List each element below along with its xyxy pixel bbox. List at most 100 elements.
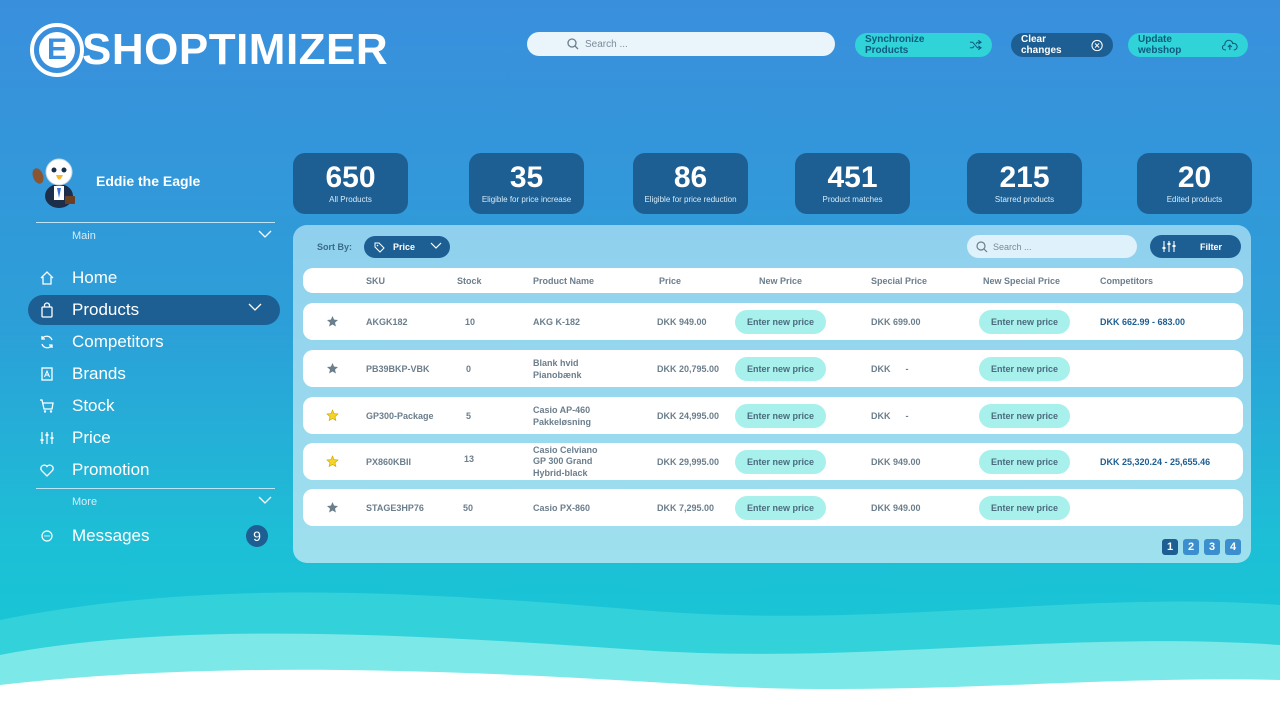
- cell-price: DKK 7,295.00: [657, 502, 715, 513]
- column-header-competitors[interactable]: Competitors: [1100, 276, 1153, 286]
- section-main-label: Main: [72, 230, 96, 242]
- star-icon[interactable]: [326, 362, 339, 375]
- star-icon[interactable]: [326, 315, 339, 328]
- sidebar-item-label: Stock: [72, 396, 115, 415]
- cell-stock: 0: [466, 363, 472, 374]
- chevron-down-icon: [258, 496, 272, 504]
- user-profile[interactable]: Eddie the Eagle: [30, 152, 200, 210]
- new-price-input[interactable]: Enter new price: [735, 449, 826, 474]
- sidebar-item-label: Home: [72, 268, 118, 287]
- sort-value: Price: [393, 242, 416, 252]
- bag-icon: [38, 301, 56, 319]
- clear-label: Clear changes: [1021, 34, 1062, 56]
- new-special-price-input[interactable]: Enter new price: [979, 403, 1070, 428]
- app-logo[interactable]: E SHOPTIMIZER: [30, 22, 388, 78]
- close-circle-icon: [1091, 39, 1103, 51]
- new-price-input[interactable]: Enter new price: [735, 356, 826, 381]
- column-header-stock[interactable]: Stock: [457, 276, 482, 286]
- logo-mark: E: [30, 23, 84, 77]
- table-row[interactable]: PB39BKP-VBK 0 Blank hvid Pianobænk DKK 2…: [303, 350, 1243, 387]
- table-search-input[interactable]: Search ...: [967, 235, 1137, 258]
- name-line: Casio PX-860: [533, 502, 591, 513]
- table-row[interactable]: GP300-Package 5 Casio AP-460 Pakkeløsnin…: [303, 397, 1243, 434]
- column-header-price[interactable]: Price: [659, 276, 681, 286]
- chat-icon: [38, 527, 56, 545]
- sidebar-item-label: Messages: [72, 526, 150, 545]
- column-header-product-name[interactable]: Product Name: [533, 276, 594, 286]
- stat-label: Starred products: [994, 195, 1055, 204]
- cell-sku: AKGK182: [366, 316, 408, 327]
- table-row[interactable]: PX860KBII 13 Casio Celviano GP 300 Grand…: [303, 443, 1243, 480]
- sidebar-item-products[interactable]: Products: [28, 295, 280, 325]
- stat-price-reduction[interactable]: 86 Eligible for price reduction: [633, 153, 748, 214]
- sidebar-item-promotion[interactable]: Promotion: [28, 455, 280, 485]
- sort-dropdown[interactable]: Price: [364, 236, 450, 258]
- sidebar-item-stock[interactable]: Stock: [28, 391, 280, 421]
- clear-changes-button[interactable]: Clear changes: [1011, 33, 1113, 57]
- stat-edited-products[interactable]: 20 Edited products: [1137, 153, 1252, 214]
- name-line: Blank hvid: [533, 357, 579, 368]
- cell-product-name: Casio AP-460 Pakkeløsning: [533, 404, 591, 428]
- new-special-price-input[interactable]: Enter new price: [979, 449, 1070, 474]
- name-line: Hybrid-black: [533, 467, 588, 478]
- cell-sku: GP300-Package: [366, 410, 434, 421]
- stat-starred-products[interactable]: 215 Starred products: [967, 153, 1082, 214]
- column-header-special-price[interactable]: Special Price: [871, 276, 927, 286]
- stat-product-matches[interactable]: 451 Product matches: [795, 153, 910, 214]
- sidebar-item-price[interactable]: Price: [28, 423, 280, 453]
- column-header-sku[interactable]: SKU: [366, 276, 385, 286]
- cell-special-price: DKK 949.00: [871, 456, 921, 467]
- new-special-price-input[interactable]: Enter new price: [979, 309, 1070, 334]
- new-price-input[interactable]: Enter new price: [735, 403, 826, 428]
- sidebar-item-label: Promotion: [72, 460, 150, 479]
- star-icon[interactable]: [326, 501, 339, 514]
- synchronize-products-button[interactable]: Synchronize Products: [855, 33, 992, 57]
- sync-label: Synchronize Products: [865, 34, 925, 56]
- stat-label: Edited products: [1166, 195, 1223, 204]
- search-icon: [567, 38, 579, 50]
- section-main-toggle[interactable]: Main: [72, 230, 272, 242]
- stat-all-products[interactable]: 650 All Products: [293, 153, 408, 214]
- sliders-icon: [38, 429, 56, 447]
- name-line: Casio Celviano: [533, 444, 598, 455]
- sidebar-item-messages[interactable]: Messages 9: [28, 521, 280, 551]
- sort-by-label: Sort By:: [317, 242, 353, 252]
- sidebar-item-competitors[interactable]: Competitors: [28, 327, 280, 357]
- sidebar-item-brands[interactable]: Brands: [28, 359, 280, 389]
- stat-value: 650: [325, 161, 376, 194]
- cell-product-name: AKG K-182: [533, 316, 580, 328]
- cell-sku: STAGE3HP76: [366, 502, 424, 513]
- pagination: 1 2 3 4: [1162, 539, 1241, 555]
- background-waves: [0, 592, 1280, 720]
- page-button-1[interactable]: 1: [1162, 539, 1178, 555]
- column-header-new-price[interactable]: New Price: [759, 276, 802, 286]
- search-input[interactable]: Search ...: [527, 32, 835, 56]
- stat-value: 215: [999, 161, 1050, 194]
- new-special-price-input[interactable]: Enter new price: [979, 356, 1070, 381]
- sidebar-item-home[interactable]: Home: [28, 263, 280, 293]
- page-button-4[interactable]: 4: [1225, 539, 1241, 555]
- page-button-2[interactable]: 2: [1183, 539, 1199, 555]
- name-line: GP 300 Grand: [533, 455, 593, 466]
- divider: [36, 488, 275, 489]
- page-button-3[interactable]: 3: [1204, 539, 1220, 555]
- cell-stock: 10: [465, 316, 476, 327]
- cell-price: DKK 24,995.00: [657, 410, 720, 421]
- stat-label: Eligible for price reduction: [644, 195, 737, 204]
- star-icon[interactable]: [326, 409, 339, 422]
- table-row[interactable]: AKGK182 10 AKG K-182 DKK 949.00 Enter ne…: [303, 303, 1243, 340]
- stat-price-increase[interactable]: 35 Eligible for price increase: [469, 153, 584, 214]
- new-special-price-input[interactable]: Enter new price: [979, 495, 1070, 520]
- products-panel: Sort By: Price Search ... Filter SKU Sto…: [293, 225, 1251, 563]
- update-webshop-button[interactable]: Update webshop: [1128, 33, 1248, 57]
- tag-icon: [374, 242, 385, 253]
- column-header-new-special-price[interactable]: New Special Price: [983, 276, 1060, 286]
- shuffle-icon: [969, 39, 982, 51]
- section-more-toggle[interactable]: More: [72, 496, 272, 508]
- table-row[interactable]: STAGE3HP76 50 Casio PX-860 DKK 7,295.00 …: [303, 489, 1243, 526]
- filter-button[interactable]: Filter: [1150, 235, 1241, 258]
- cart-icon: [38, 397, 56, 415]
- new-price-input[interactable]: Enter new price: [735, 495, 826, 520]
- star-icon[interactable]: [326, 455, 339, 468]
- new-price-input[interactable]: Enter new price: [735, 309, 826, 334]
